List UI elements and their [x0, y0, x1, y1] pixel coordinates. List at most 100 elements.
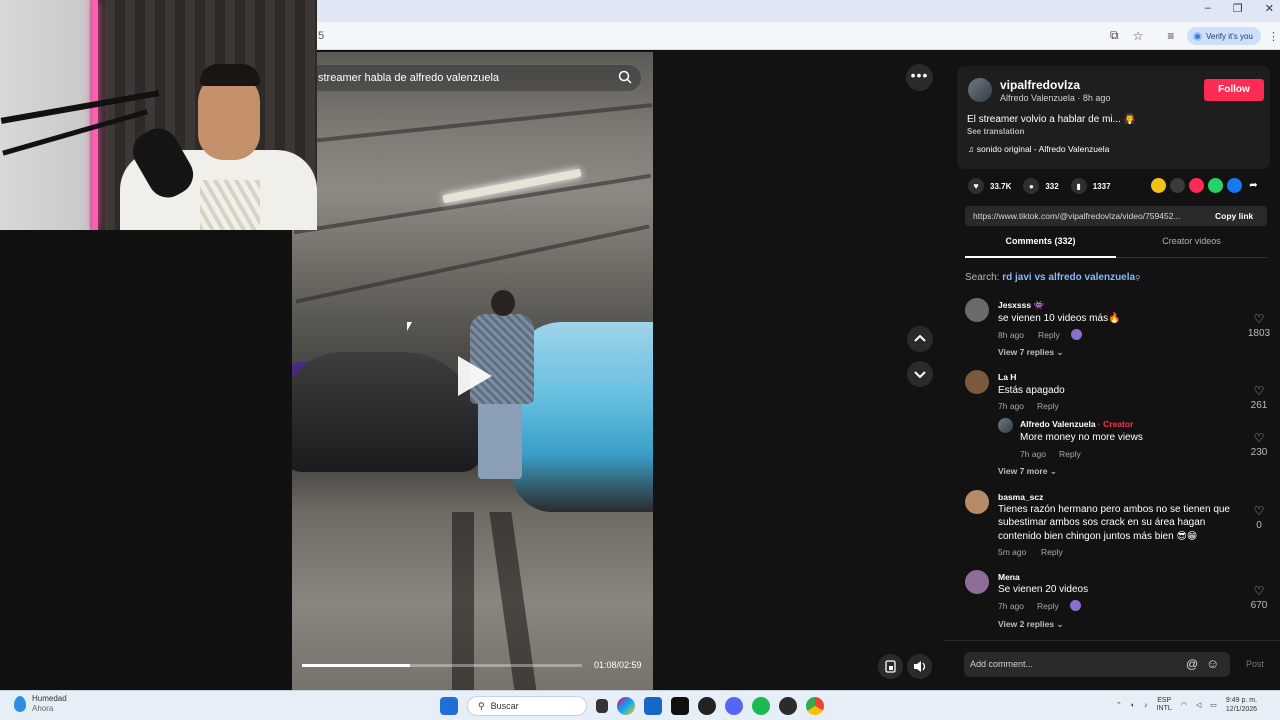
play-icon[interactable] — [458, 356, 492, 396]
floating-player-button[interactable] — [878, 654, 903, 679]
capcut-icon[interactable] — [671, 697, 689, 715]
video-player[interactable]: streamer habla de alfredo valenzuela 01:… — [292, 52, 653, 690]
lang-indicator[interactable]: ESP INTL — [1157, 697, 1172, 713]
store-icon[interactable] — [644, 697, 662, 715]
restore-icon[interactable]: ❐ — [1233, 2, 1243, 15]
install-app-icon[interactable]: ⧉ — [1110, 28, 1119, 43]
commenter-avatar[interactable] — [965, 490, 989, 514]
view-more-button[interactable]: View 7 more ⌄ — [998, 466, 1057, 477]
close-icon[interactable]: ✕ — [1265, 2, 1274, 15]
minimize-icon[interactable]: – — [1205, 2, 1211, 15]
repost-icon[interactable] — [1189, 178, 1204, 193]
reply-author[interactable]: Alfredo Valenzuela · Creator — [1020, 419, 1133, 429]
taskbar-search[interactable]: ⚲ Buscar — [467, 696, 587, 716]
heart-icon: ♥ — [973, 181, 979, 191]
steam-icon[interactable] — [779, 697, 797, 715]
comment-like-icon[interactable]: ♡ — [1247, 312, 1271, 326]
reply-button[interactable]: Reply — [1041, 547, 1063, 557]
speaker-icon[interactable]: ◁ — [1196, 701, 1201, 709]
progress-bar[interactable] — [302, 664, 582, 667]
mention-icon[interactable]: @ — [1186, 657, 1198, 671]
reply-button[interactable]: Reply — [1038, 330, 1060, 340]
battery-icon[interactable]: ▭ — [1210, 701, 1217, 709]
ceiling-beam — [295, 224, 650, 304]
comment-like-count: 0 — [1256, 520, 1262, 531]
commenter-avatar[interactable] — [965, 570, 989, 594]
comment-time: 7h ago — [998, 601, 1024, 611]
previous-video-button[interactable] — [907, 326, 933, 352]
url-text[interactable]: 5 — [318, 30, 324, 42]
view-replies-button[interactable]: View 2 replies ⌄ — [998, 619, 1064, 630]
search-icon[interactable] — [618, 70, 632, 84]
tab-comments[interactable]: Comments (332) — [965, 236, 1116, 258]
obs-icon[interactable] — [698, 697, 716, 715]
person-legs — [478, 397, 522, 479]
reply-button[interactable]: Reply — [1059, 449, 1081, 459]
comment-like-icon[interactable]: ♡ — [1247, 584, 1271, 598]
copilot-icon[interactable] — [617, 697, 635, 715]
share-arrow-icon[interactable]: ➦ — [1246, 178, 1261, 193]
browser-menu-icon[interactable]: ⋮ — [1268, 30, 1279, 43]
more-options-button[interactable]: ••• — [906, 64, 933, 91]
reply-author-name[interactable]: Alfredo Valenzuela — [1020, 419, 1096, 429]
post-button[interactable]: Post — [1246, 659, 1264, 669]
facebook-icon[interactable] — [1227, 178, 1242, 193]
wifi-icon[interactable]: ◠ — [1181, 701, 1187, 709]
media-controls-icon[interactable]: ≡ — [1167, 29, 1174, 43]
whatsapp-icon[interactable] — [1208, 178, 1223, 193]
bookmark-icon: ▮ — [1076, 181, 1081, 191]
verify-button[interactable]: Verify it's you — [1187, 27, 1261, 45]
commenter-name[interactable]: La H — [998, 372, 1016, 382]
next-video-button[interactable] — [907, 361, 933, 387]
comment-like-icon[interactable]: ♡ — [1247, 384, 1271, 398]
comment-like-icon[interactable]: ♡ — [1247, 431, 1271, 445]
coin-share-icon[interactable] — [1151, 178, 1166, 193]
view-replies-button[interactable]: View 7 replies ⌄ — [998, 347, 1064, 358]
comment-button[interactable]: ● — [1023, 178, 1040, 194]
comment-text: se vienen 10 videos más🔥 — [998, 313, 1121, 324]
spotify-icon[interactable] — [752, 697, 770, 715]
mic-tray-icon[interactable]: ♪ — [1144, 702, 1148, 709]
chevron-down-icon — [914, 371, 926, 379]
commenter-avatar[interactable] — [998, 418, 1013, 433]
tray-chevron-icon[interactable]: ⌃ — [1116, 701, 1122, 709]
embed-icon[interactable] — [1170, 178, 1185, 193]
author-username[interactable]: vipalfredovlza — [1000, 78, 1080, 92]
clock[interactable]: 9:49 p. m. 12/1/2026 — [1226, 696, 1257, 714]
chrome-icon[interactable] — [806, 697, 824, 715]
video-search-query[interactable]: streamer habla de alfredo valenzuela — [318, 72, 499, 84]
author-avatar[interactable] — [968, 78, 992, 102]
comment-placeholder[interactable]: Add comment... — [970, 659, 1033, 669]
network-icon[interactable]: ◐ — [1131, 702, 1135, 709]
see-translation-link[interactable]: See translation — [967, 127, 1024, 136]
reply-button[interactable]: Reply — [1037, 601, 1059, 611]
commenter-name[interactable]: Mena — [998, 572, 1020, 582]
system-tray: ⌃ ◐ ♪ ESP INTL ◠ ◁ ▭ 9:49 p. m. 12/1/202… — [1116, 696, 1257, 714]
commenter-name[interactable]: basma_scz — [998, 492, 1043, 502]
like-button[interactable]: ♥ — [968, 178, 984, 194]
task-view-icon[interactable] — [596, 699, 608, 713]
emoji-icon[interactable]: ☺ — [1206, 656, 1219, 671]
commenter-avatar[interactable] — [965, 298, 989, 322]
webcam-overlay — [0, 0, 317, 230]
commenter-name[interactable]: Jesxsss 👾 — [998, 300, 1044, 311]
commenter-avatar[interactable] — [965, 370, 989, 394]
comment-time: 5m ago — [998, 547, 1027, 557]
discord-icon[interactable] — [725, 697, 743, 715]
start-icon[interactable] — [440, 697, 458, 715]
follow-button[interactable]: Follow — [1204, 79, 1264, 101]
led-strip — [92, 0, 98, 230]
music-line[interactable]: ♫ sonido original - Alfredo Valenzuela — [968, 144, 1109, 154]
comment-text-line: contenido bien chingon juntos más bien 😎… — [998, 531, 1198, 542]
tab-creator-videos[interactable]: Creator videos — [1116, 236, 1267, 258]
bookmark-star-icon[interactable]: ☆ — [1133, 29, 1144, 43]
comment-like-icon[interactable]: ♡ — [1247, 504, 1271, 518]
weather-widget[interactable]: Humedad Ahora — [14, 694, 67, 714]
comment-search-hint[interactable]: Search: rd javi vs alfredo valenzuela⚲ — [965, 272, 1140, 283]
volume-button[interactable] — [907, 654, 932, 679]
reply-button[interactable]: Reply — [1037, 401, 1059, 411]
copy-link-button[interactable]: Copy link — [1215, 211, 1253, 221]
save-button[interactable]: ▮ — [1070, 178, 1087, 194]
search-query-link[interactable]: rd javi vs alfredo valenzuela — [1002, 272, 1135, 283]
video-link[interactable]: https://www.tiktok.com/@vipalfredovlza/v… — [973, 211, 1205, 221]
